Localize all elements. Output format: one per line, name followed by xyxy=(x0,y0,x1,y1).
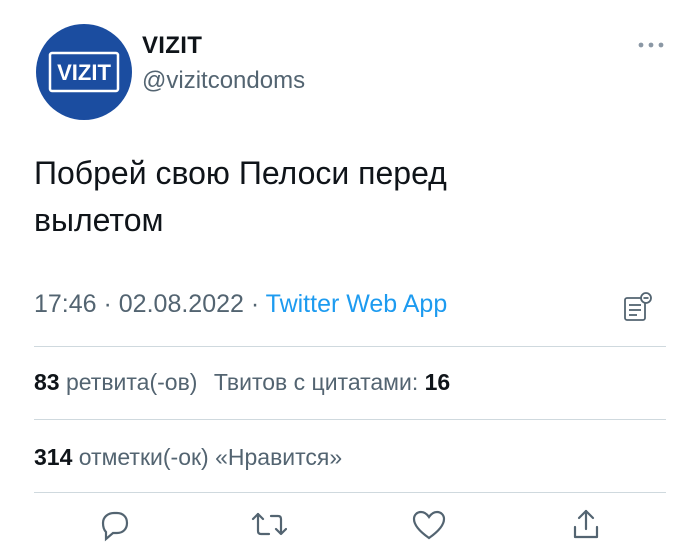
tweet-meta: 17:46 · 02.08.2022 · Twitter Web App xyxy=(34,290,447,319)
tweet-text-line: Побрей свою Пелоси перед xyxy=(34,155,447,191)
analytics-icon[interactable] xyxy=(621,290,655,324)
like-icon[interactable] xyxy=(409,505,449,545)
meta-separator: · xyxy=(96,290,119,318)
divider xyxy=(34,492,666,493)
retweets-link[interactable]: 83 ретвита(-ов) xyxy=(34,369,197,395)
retweets-label: ретвита(-ов) xyxy=(59,369,198,395)
retweets-count: 83 xyxy=(34,369,60,395)
quotes-count: 16 xyxy=(424,369,451,395)
tweet-date[interactable]: 02.08.2022 xyxy=(119,290,244,318)
likes-label: отметки(-ок) «Нравится» xyxy=(72,444,343,470)
retweet-stats: 83 ретвита(-ов) Твитов с цитатами: 16 xyxy=(34,369,450,396)
author-name[interactable]: VIZIT xyxy=(142,32,202,60)
avatar[interactable]: VIZIT xyxy=(36,24,132,120)
likes-count: 314 xyxy=(34,444,73,470)
reply-icon[interactable] xyxy=(95,505,135,545)
divider xyxy=(34,419,666,420)
meta-separator: · xyxy=(243,290,266,318)
more-icon[interactable] xyxy=(636,34,666,56)
svg-text:VIZIT: VIZIT xyxy=(57,60,111,85)
share-icon[interactable] xyxy=(566,505,606,545)
tweet-source-link[interactable]: Twitter Web App xyxy=(266,290,448,318)
tweet-text-line: вылетом xyxy=(34,202,164,238)
author-handle[interactable]: @vizitcondoms xyxy=(142,67,305,95)
tweet-text: Побрей свою Пелоси перед вылетом xyxy=(34,150,594,244)
retweet-icon[interactable] xyxy=(247,505,288,545)
likes-link[interactable]: 314 отметки(-ок) «Нравится» xyxy=(34,444,342,471)
divider xyxy=(34,346,666,347)
quotes-label: Твитов с цитатами: xyxy=(213,369,425,395)
tweet-time[interactable]: 17:46 xyxy=(34,290,97,318)
vizit-logo: VIZIT xyxy=(48,51,120,93)
quotes-link[interactable]: Твитов с цитатами: 16 xyxy=(214,369,450,395)
